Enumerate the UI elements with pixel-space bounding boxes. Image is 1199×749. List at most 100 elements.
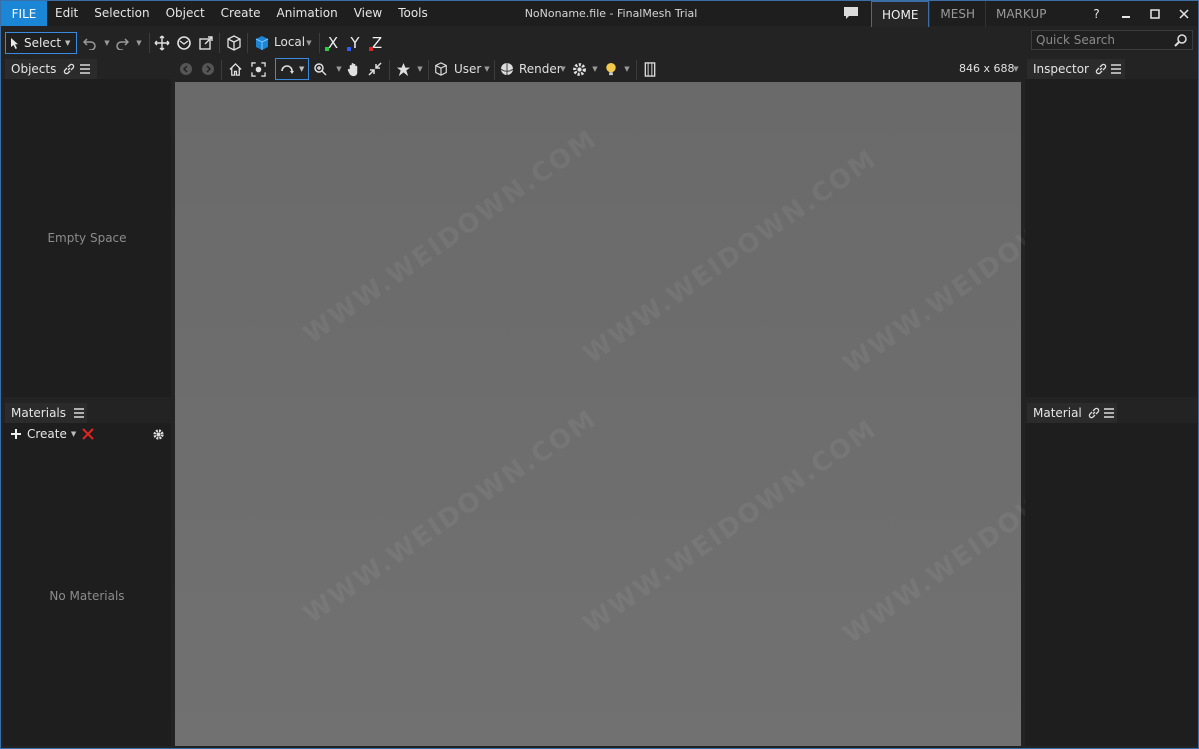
rotate-icon[interactable] [175, 34, 193, 52]
pan-hand-icon[interactable] [344, 60, 362, 78]
objects-panel: Empty Space [3, 79, 171, 397]
title-bar: FILE Edit Selection Object Create Animat… [1, 1, 1198, 27]
toolbar-separator [219, 33, 220, 53]
chevron-down-icon[interactable]: ▼ [300, 34, 318, 52]
maximize-button[interactable] [1140, 1, 1169, 26]
undo-icon[interactable] [81, 34, 99, 52]
fit-selection-icon[interactable] [366, 60, 384, 78]
close-button[interactable] [1169, 1, 1198, 26]
materials-empty-text: No Materials [49, 589, 125, 603]
link-icon[interactable] [1088, 406, 1101, 420]
file-menu-button[interactable]: FILE [1, 1, 47, 26]
objects-empty-text: Empty Space [47, 231, 127, 245]
quick-search-placeholder: Quick Search [1036, 33, 1115, 47]
watermark: WWW.WEIDOWN.COM [578, 414, 883, 640]
main-toolbar: Select ▼ ▼ ▼ Local ▼ X Y Z Quick Search [1, 28, 1198, 58]
toolbar-separator [149, 33, 150, 53]
nav-back-icon[interactable] [177, 60, 195, 78]
materials-panel-title: Materials [11, 406, 67, 420]
menu-animation[interactable]: Animation [269, 1, 346, 26]
toolbar-separator [494, 60, 495, 80]
material-panel [1025, 423, 1197, 746]
material-settings-button[interactable] [152, 428, 165, 444]
menu-selection[interactable]: Selection [86, 1, 157, 26]
material-panel-title: Material [1033, 406, 1082, 420]
link-icon[interactable] [62, 62, 76, 76]
move-icon[interactable] [153, 34, 171, 52]
scale-icon[interactable] [197, 34, 215, 52]
select-tool-dropdown[interactable]: Select ▼ [5, 32, 77, 54]
axis-y-marker [347, 47, 351, 51]
zoom-icon[interactable] [311, 60, 329, 78]
inspector-panel-title: Inspector [1033, 62, 1089, 76]
delete-material-button[interactable] [82, 428, 94, 443]
chevron-down-icon[interactable]: ▼ [1007, 60, 1025, 78]
redo-icon[interactable] [113, 34, 131, 52]
ribbon-tabs: HOME MESH MARKUP [871, 1, 1056, 27]
plus-icon [11, 429, 21, 439]
materials-panel-header: Materials [5, 403, 87, 423]
tab-markup[interactable]: MARKUP [984, 1, 1056, 27]
menu-icon[interactable] [1102, 406, 1115, 420]
chevron-down-icon: ▼ [299, 65, 305, 73]
create-material-button[interactable]: Create ▼ [11, 427, 76, 441]
menu-icon[interactable] [72, 406, 85, 420]
nav-forward-icon[interactable] [199, 60, 217, 78]
viewport-toolbar: ▼ ▼ ▼ User ▼ Render ▼ ▼ ▼ 846 x 688 ▼ [173, 57, 1025, 82]
axis-z-marker [369, 47, 373, 51]
menu-edit[interactable]: Edit [47, 1, 86, 26]
axis-y-toggle[interactable]: Y [346, 34, 364, 52]
orbit-tool-button[interactable]: ▼ [275, 58, 309, 80]
quick-search-input[interactable]: Quick Search [1031, 30, 1193, 50]
chevron-down-icon: ▼ [70, 430, 77, 438]
objects-panel-header: Objects [5, 59, 97, 79]
maximize-icon [1149, 8, 1160, 19]
minimize-icon [1121, 15, 1130, 18]
zoom-extents-icon[interactable] [249, 60, 267, 78]
toolbar-separator [247, 33, 248, 53]
menu-object[interactable]: Object [158, 1, 213, 26]
menu-bar: Edit Selection Object Create Animation V… [47, 1, 436, 26]
minimize-button[interactable] [1111, 1, 1140, 26]
camera-view-icon[interactable] [432, 60, 450, 78]
create-material-label: Create [27, 427, 67, 441]
objects-panel-title: Objects [11, 62, 57, 76]
menu-icon[interactable] [78, 62, 92, 76]
3d-viewport[interactable]: WWW.WEIDOWN.COM WWW.WEIDOWN.COM WWW.WEID… [175, 82, 1143, 746]
app-window: FILE Edit Selection Object Create Animat… [0, 0, 1199, 749]
local-space-icon[interactable] [253, 34, 271, 52]
render-sphere-icon[interactable] [498, 60, 516, 78]
favorites-star-icon[interactable] [394, 60, 412, 78]
axis-z-toggle[interactable]: Z [368, 34, 386, 52]
tab-home[interactable]: HOME [871, 1, 930, 27]
menu-tools[interactable]: Tools [390, 1, 436, 26]
axis-x-marker [325, 47, 329, 51]
axis-x-toggle[interactable]: X [324, 34, 342, 52]
redo-dropdown-icon[interactable]: ▼ [130, 34, 148, 52]
cursor-icon [11, 38, 18, 49]
object-box-icon[interactable] [225, 34, 243, 52]
inspector-panel [1025, 79, 1197, 397]
help-button[interactable]: ? [1082, 1, 1111, 26]
toolbar-separator [428, 60, 429, 80]
home-view-icon[interactable] [226, 60, 244, 78]
menu-view[interactable]: View [346, 1, 390, 26]
material-panel-header: Material [1027, 403, 1117, 423]
tab-mesh[interactable]: MESH [929, 1, 985, 27]
toolbar-separator [319, 33, 320, 53]
menu-create[interactable]: Create [213, 1, 269, 26]
watermark: WWW.WEIDOWN.COM [298, 124, 603, 350]
chevron-down-icon[interactable]: ▼ [618, 60, 636, 78]
axis-z-label: Z [371, 34, 383, 52]
feedback-icon[interactable] [843, 6, 859, 20]
materials-panel: Create ▼ No Materials [3, 423, 171, 746]
toolbar-separator [636, 60, 637, 80]
chevron-down-icon[interactable]: ▼ [411, 60, 429, 78]
close-icon [1178, 8, 1189, 19]
gear-icon [153, 429, 164, 440]
axis-x-label: X [327, 34, 339, 52]
film-strip-icon[interactable] [641, 60, 659, 78]
toolbar-separator [389, 60, 390, 80]
menu-icon[interactable] [1110, 62, 1123, 76]
link-icon[interactable] [1095, 62, 1108, 76]
